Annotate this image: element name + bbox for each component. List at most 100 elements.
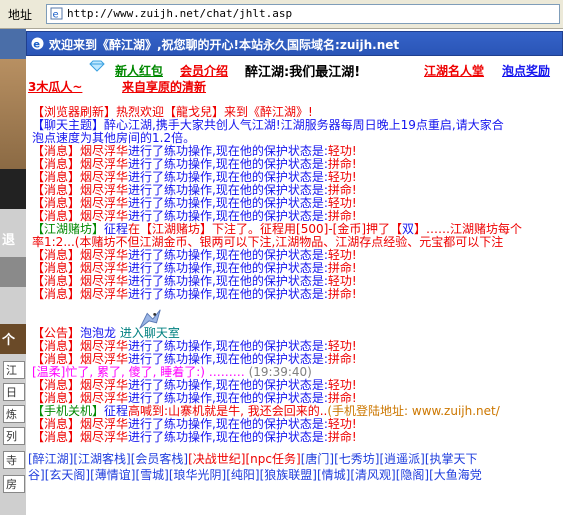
room-link[interactable]: [琅华光阴] — [169, 468, 226, 482]
nav-row: 新人红包 会员介绍 醉江湖:我们最江湖! 江湖名人堂 泡点奖励 3木瓜人~ 来自… — [26, 56, 563, 102]
bubble-reward-link[interactable]: 泡点奖励 — [502, 62, 550, 79]
chat-title-text: 欢迎来到《醉江湖》,祝您聊的开心!本站永久国际域名:zuijh.net — [49, 38, 400, 52]
famous-hall-link[interactable]: 江湖名人堂 — [424, 62, 484, 79]
dragon-sticker-icon — [139, 309, 161, 329]
chat-segment: 率1:2...(本赌坊不但江湖金币、银两可以下注,江湖物品、江湖存点经验、元宝都… — [32, 235, 504, 249]
address-url: http://www.zuijh.net/chat/jhlt.asp — [67, 7, 293, 20]
chat-segment: 【消息】 — [32, 183, 81, 197]
left-frame-item[interactable]: 日 — [3, 383, 25, 401]
room-link[interactable]: 谷] — [28, 468, 45, 482]
ie-icon: e — [31, 37, 44, 50]
chat-segment: 进行了练功操作,现在他的保护状态是: — [128, 183, 328, 197]
room-link[interactable]: [逍遥派] — [379, 452, 424, 466]
chat-segment: 烟尽浮华 — [80, 287, 129, 301]
room-link[interactable]: [醉江湖] — [28, 452, 73, 466]
chat-segment: 进行了练功操作,现在他的保护状态是: — [128, 170, 328, 184]
chat-line: 【消息】烟尽浮华进行了练功操作,现在他的保护状态是:轻功! — [32, 170, 357, 184]
chat-segment: 【公告】 — [32, 326, 81, 340]
ie-page-icon: e — [50, 7, 63, 20]
room-link[interactable]: [纯阳] — [226, 468, 259, 482]
left-frame-dark — [0, 169, 26, 209]
chat-segment: 【消息】 — [32, 430, 81, 444]
svg-text:e: e — [33, 40, 40, 51]
address-input[interactable]: e http://www.zuijh.net/chat/jhlt.asp — [46, 4, 560, 24]
bottom-blank — [26, 484, 563, 515]
chat-segment: 高喊到:山寨机就是牛, 我还会回来的.. — [128, 404, 328, 418]
chat-segment: 进行了练功操作,现在他的保护状态是: — [128, 248, 328, 262]
chat-segment: 【浏览器刷新】热烈欢迎【龍戈兒】来到《醉江湖》! — [32, 105, 313, 119]
chat-segment: 【消息】 — [32, 417, 81, 431]
chat-messages[interactable]: 【浏览器刷新】热烈欢迎【龍戈兒】来到《醉江湖》! 【聊天主题】醉心江湖,携手大家共… — [26, 103, 563, 445]
chat-line: 【消息】烟尽浮华进行了练功操作,现在他的保护状态是:拼命! — [32, 352, 357, 366]
chat-segment: 轻功! — [327, 248, 357, 262]
vip-intro-link[interactable]: 会员介绍 — [180, 62, 228, 79]
chat-segment: 】……江湖赌坊每个 — [414, 222, 523, 236]
room-link[interactable]: [会员客栈] — [131, 452, 188, 466]
chat-line: 【消息】烟尽浮华进行了练功操作,现在他的保护状态是:拼命! — [32, 391, 357, 405]
chat-line: 率1:2...(本赌坊不但江湖金币、银两可以下注,江湖物品、江湖存点经验、元宝都… — [32, 235, 503, 249]
svg-text:e: e — [53, 10, 59, 21]
room-link[interactable]: [薄情谊] — [90, 468, 135, 482]
chat-segment: 双 — [402, 222, 415, 236]
room-link[interactable]: [雪城] — [135, 468, 168, 482]
chat-segment: 拼命! — [327, 183, 357, 197]
slogan-text: 醉江湖:我们最江湖! — [245, 65, 361, 80]
room-link[interactable]: [执掌天下 — [425, 452, 478, 466]
chat-line: 【消息】烟尽浮华进行了练功操作,现在他的保护状态是:拼命! — [32, 430, 357, 444]
chat-line: 【消息】烟尽浮华进行了练功操作,现在他的保护状态是:轻功! — [32, 274, 357, 288]
left-frame-item[interactable]: 寺 — [3, 451, 25, 469]
room-link[interactable]: [npc任务] — [246, 452, 301, 466]
chat-segment: 泡泡龙 — [80, 326, 117, 340]
chat-segment: 进行了练功操作,现在他的保护状态是: — [128, 261, 328, 275]
chat-segment: 拼命! — [327, 157, 357, 171]
left-frame-text2: 个 — [2, 333, 16, 348]
left-frame-item[interactable]: 列 — [3, 427, 25, 445]
chat-segment: 进行了练功操作,现在他的保护状态是: — [128, 352, 328, 366]
chat-segment: 【消息】 — [32, 170, 81, 184]
room-link[interactable]: [隐阁] — [396, 468, 429, 482]
diamond-icon — [89, 60, 105, 72]
chat-segment: 在【江湖赌坊】下注了。征程用[ — [128, 222, 301, 236]
room-link[interactable]: [江湖客栈] — [73, 452, 130, 466]
newbie-gift-link[interactable]: 新人红包 — [115, 62, 163, 79]
address-label: 地址 — [8, 8, 33, 22]
chat-segment: 轻功! — [327, 144, 357, 158]
chat-segment: 拼命! — [327, 209, 357, 223]
chat-segment: 【消息】 — [32, 196, 81, 210]
chat-segment: 拼命! — [327, 391, 357, 405]
update-link[interactable]: 来自享原的清新 — [122, 78, 206, 95]
chat-segment: 【消息】 — [32, 157, 81, 171]
left-frame-item[interactable]: 江 — [3, 361, 25, 379]
chat-segment: 轻功! — [327, 417, 357, 431]
room-link[interactable]: [七秀坊] — [334, 452, 379, 466]
room-link[interactable]: [玄天阁] — [45, 468, 90, 482]
chat-segment: 【消息】 — [32, 378, 81, 392]
chat-segment: 【聊天主题】醉心江湖,携手大家共创人气江湖!江湖服务器每周日晚上19点重启,请大… — [32, 118, 504, 132]
room-link[interactable]: [大鱼海党 — [429, 468, 482, 482]
room-links: [醉江湖][江湖客栈][会员客栈][决战世纪][npc任务][唐门][七秀坊][… — [26, 448, 563, 484]
left-frame-item[interactable]: 炼 — [3, 405, 25, 423]
chat-line: 【消息】烟尽浮华进行了练功操作,现在他的保护状态是:拼命! — [32, 287, 357, 301]
chat-segment: 烟尽浮华 — [80, 391, 129, 405]
chat-line: 【手机关机】征程高喊到:山寨机就是牛, 我还会回来的..(手机登陆地址: www… — [32, 404, 500, 418]
chat-segment: 烟尽浮华 — [80, 378, 129, 392]
chat-segment: 轻功! — [327, 339, 357, 353]
chat-segment: 征程 — [104, 222, 129, 236]
room-link[interactable]: [清风观] — [350, 468, 395, 482]
user-tag-link[interactable]: 3木瓜人~ — [28, 78, 82, 95]
chat-segment: 【消息】 — [32, 144, 81, 158]
room-link[interactable]: [狼族联盟] — [260, 468, 317, 482]
left-frame-header — [0, 29, 26, 59]
room-link[interactable]: [情城] — [317, 468, 350, 482]
chat-line: 【消息】烟尽浮华进行了练功操作,现在他的保护状态是:轻功! — [32, 417, 357, 431]
chat-segment: 烟尽浮华 — [80, 170, 129, 184]
room-link[interactable]: [唐门] — [301, 452, 334, 466]
chat-segment: 【消息】 — [32, 248, 81, 262]
room-link[interactable]: [决战世纪] — [188, 452, 245, 466]
chat-segment: 进行了练功操作,现在他的保护状态是: — [128, 417, 328, 431]
chat-segment: 轻功! — [327, 274, 357, 288]
chat-segment: 进行了练功操作,现在他的保护状态是: — [128, 209, 328, 223]
chat-segment: 进行了练功操作,现在他的保护状态是: — [128, 287, 328, 301]
left-frame-item[interactable]: 房 — [3, 475, 25, 493]
room-links-row-2: 谷][玄天阁][薄情谊][雪城][琅华光阴][纯阳][狼族联盟][情城][清风观… — [28, 466, 482, 483]
